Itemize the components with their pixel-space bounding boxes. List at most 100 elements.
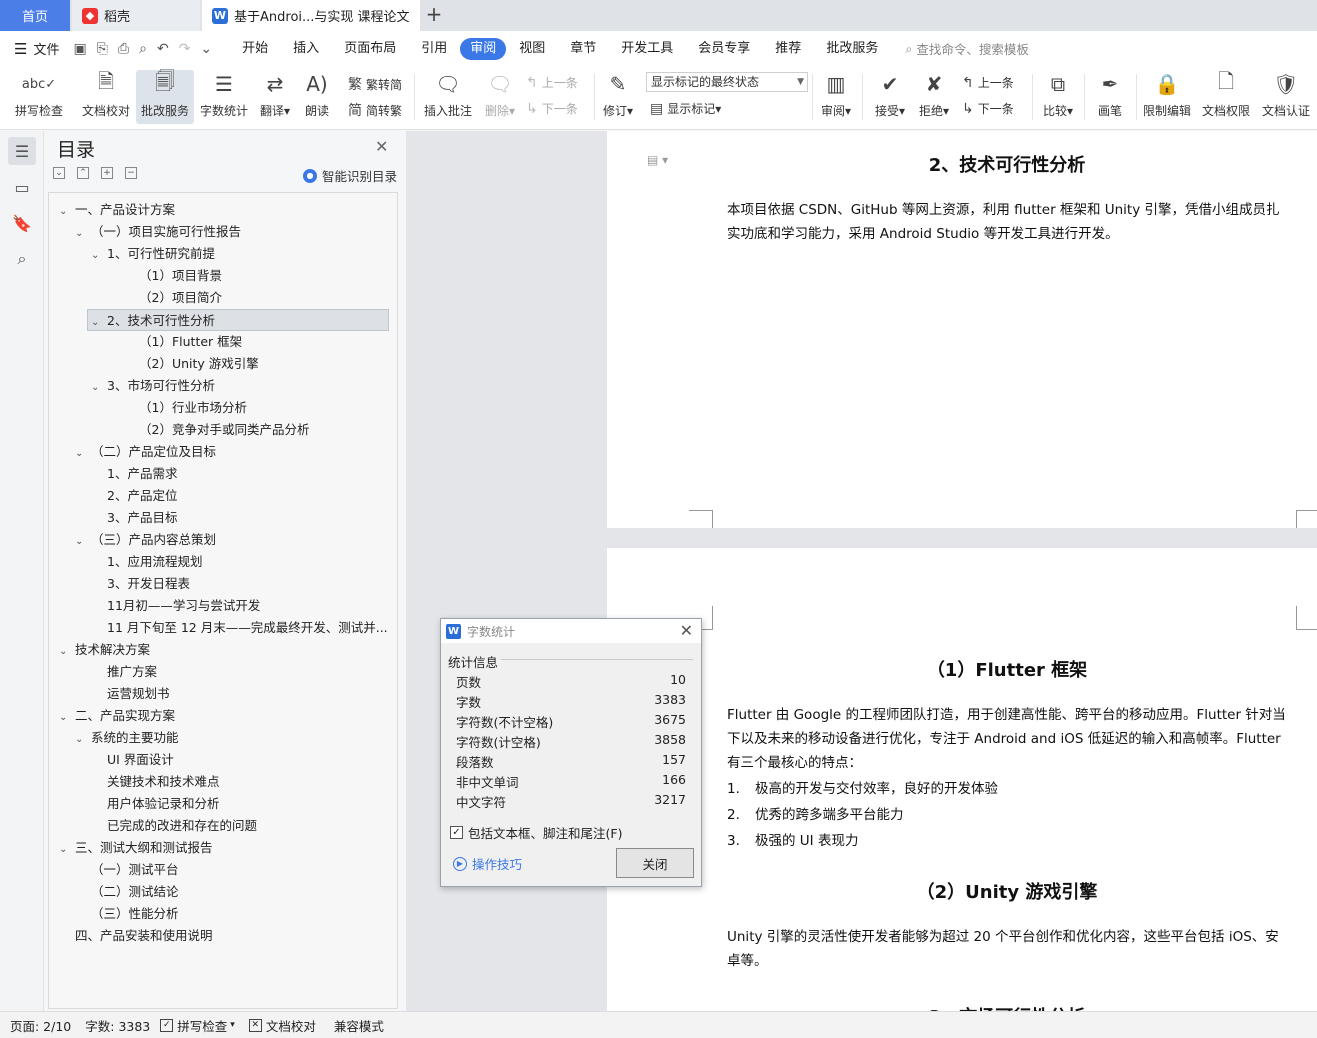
tab-home[interactable]: 首页 — [0, 0, 70, 31]
page-indicator[interactable]: 页面: 2/10 — [10, 1016, 71, 1035]
toc-item[interactable]: UI 界面设计 — [107, 749, 389, 771]
track-changes-button[interactable]: ✎ 修订▾ — [598, 70, 638, 124]
menu-tab[interactable]: 章节 — [558, 38, 608, 60]
toc-item[interactable]: ⌄ 三、测试大纲和测试报告 — [59, 837, 389, 859]
toc-item[interactable]: ⌄ 一、产品设计方案 — [59, 199, 389, 221]
chevron-down-icon[interactable]: ⌄ — [59, 707, 75, 727]
print-preview-icon[interactable]: ⌕ — [139, 41, 147, 57]
translate-button[interactable]: ⇄ 翻译▾ — [254, 70, 296, 124]
toc-item[interactable]: （三）性能分析 — [91, 903, 389, 925]
doc-permission-button[interactable]: 🗋 文档权限 — [1198, 69, 1254, 124]
toc-item[interactable]: ⌄ （三）产品内容总策划 — [75, 529, 389, 551]
read-aloud-button[interactable]: A) 朗读 — [298, 70, 336, 124]
toc-item[interactable]: ⌄ 2、技术可行性分析 — [87, 309, 389, 331]
show-markup-button[interactable]: ▤ 显示标记 ▾ — [650, 100, 721, 117]
prev-comment-button[interactable]: ↰ 上一条 — [526, 74, 578, 91]
toc-item[interactable]: （2）竞争对手或同类产品分析 — [139, 419, 389, 441]
doc-auth-button[interactable]: 🛡 文档认证 — [1258, 70, 1314, 124]
menu-tab[interactable]: 页面布局 — [332, 38, 408, 60]
next-change-button[interactable]: ↳ 下一条 — [962, 100, 1014, 117]
chevron-down-icon[interactable]: ⌄ — [91, 312, 107, 330]
spell-check-button[interactable]: abc✓ 拼写检查 — [8, 70, 70, 124]
toc-item[interactable]: 11月初——学习与尝试开发 — [107, 595, 389, 617]
toc-item[interactable]: （2）项目简介 — [139, 287, 389, 309]
menu-tab[interactable]: 推荐 — [763, 38, 813, 60]
toc-item[interactable]: ⌄ （二）产品定位及目标 — [75, 441, 389, 463]
toc-item[interactable]: 已完成的改进和存在的问题 — [107, 815, 389, 837]
spell-check-toggle[interactable]: ✓ 拼写检查 ▾ — [160, 1016, 235, 1035]
chevron-down-icon[interactable]: ⌄ — [59, 839, 75, 859]
toc-item[interactable]: ⌄ 二、产品实现方案 — [59, 705, 389, 727]
bookmark-icon[interactable]: 🔖 — [8, 209, 36, 237]
toc-item[interactable]: （2）Unity 游戏引擎 — [139, 353, 389, 375]
menu-tab[interactable]: 审阅 — [460, 37, 507, 60]
menu-tab[interactable]: 开发工具 — [609, 38, 685, 60]
word-count-button[interactable]: ☰ 字数统计 — [196, 70, 252, 124]
close-button[interactable]: 关闭 — [616, 848, 694, 878]
toc-item[interactable]: 1、产品需求 — [107, 463, 389, 485]
word-count-indicator[interactable]: 字数: 3383 — [85, 1016, 150, 1035]
page-options-icon[interactable]: ▤ ▾ — [647, 153, 668, 167]
toc-item[interactable]: （1）Flutter 框架 — [139, 331, 389, 353]
toc-item[interactable]: ⌄ （一）项目实施可行性报告 — [75, 221, 389, 243]
compare-button[interactable]: ⧉ 比较▾ — [1038, 70, 1078, 124]
menu-tab[interactable]: 引用 — [409, 38, 459, 60]
pen-button[interactable]: ✒ 画笔 — [1090, 70, 1130, 124]
toc-item[interactable]: （1）行业市场分析 — [139, 397, 389, 419]
export-pdf-icon[interactable]: ⎘ — [97, 41, 108, 57]
smart-toc-button[interactable]: ● 智能识别目录 — [303, 166, 397, 185]
menu-tab[interactable]: 会员专享 — [686, 38, 762, 60]
trad-to-simp-button[interactable]: 繁繁转简 — [348, 74, 402, 94]
include-textbox-checkbox[interactable]: ✓ 包括文本框、脚注和尾注(F) — [450, 823, 622, 842]
toc-item[interactable]: 1、应用流程规划 — [107, 551, 389, 573]
toc-item[interactable]: （1）项目背景 — [139, 265, 389, 287]
undo-icon[interactable]: ↶ — [157, 41, 169, 57]
chevron-down-icon[interactable]: ⌄ — [200, 41, 212, 57]
add-heading-icon[interactable]: + — [101, 167, 113, 179]
chevron-down-icon[interactable]: ⌄ — [91, 245, 107, 265]
simp-to-trad-button[interactable]: 简简转繁 — [348, 100, 402, 120]
collapse-all-icon[interactable]: ⌃ — [77, 167, 89, 179]
tips-link[interactable]: ▶ 操作技巧 — [453, 854, 522, 873]
save-icon[interactable]: ▣ — [73, 41, 86, 57]
toc-item[interactable]: 2、产品定位 — [107, 485, 389, 507]
toc-item[interactable]: 用户体验记录和分析 — [107, 793, 389, 815]
chevron-down-icon[interactable]: ⌄ — [75, 729, 91, 749]
toc-item[interactable]: 推广方案 — [107, 661, 389, 683]
close-icon[interactable]: ✕ — [680, 621, 693, 640]
tab-document[interactable]: W 基于Androi...与实现 课程论文 — [202, 0, 420, 31]
print-icon[interactable]: ⎙ — [118, 41, 129, 57]
toc-item[interactable]: ⌄ 技术解决方案 — [59, 639, 389, 661]
toc-item[interactable]: ⌄ 系统的主要功能 — [75, 727, 389, 749]
review-service-button[interactable]: 🗐 批改服务 — [136, 69, 194, 124]
chevron-down-icon[interactable]: ⌄ — [59, 201, 75, 221]
command-search[interactable]: ⌕ 查找命令、搜索模板 — [905, 39, 1029, 58]
toc-item[interactable]: 11 月下旬至 12 月末——完成最终开发、测试并... — [107, 617, 389, 639]
chapter-nav-icon[interactable]: ▭ — [8, 173, 36, 201]
remove-heading-icon[interactable]: − — [125, 167, 137, 179]
menu-tab[interactable]: 视图 — [507, 38, 557, 60]
toc-item[interactable]: 四、产品安装和使用说明 — [75, 925, 389, 947]
reject-button[interactable]: ✘ 拒绝▾ — [914, 70, 954, 124]
chevron-down-icon[interactable]: ⌄ — [59, 641, 75, 661]
new-tab-button[interactable]: + — [424, 4, 444, 26]
doc-proof-button[interactable]: 🗎 文档校对 — [78, 69, 134, 124]
doc-proof-toggle[interactable]: ✕ 文档校对 — [248, 1016, 316, 1035]
redo-icon[interactable]: ↷ — [179, 41, 191, 57]
toc-item[interactable]: ⌄ 1、可行性研究前提 — [91, 243, 389, 265]
toc-item[interactable]: 关键技术和技术难点 — [107, 771, 389, 793]
menu-tab[interactable]: 批改服务 — [814, 38, 890, 60]
chevron-down-icon[interactable]: ⌄ — [75, 223, 91, 243]
delete-comment-button[interactable]: 🗨 删除▾ — [480, 70, 520, 124]
search-icon[interactable]: ⌕ — [8, 245, 36, 273]
restrict-edit-button[interactable]: 🔒 限制编辑 — [1140, 70, 1194, 124]
chevron-down-icon[interactable]: ⌄ — [75, 443, 91, 463]
close-icon[interactable]: ✕ — [375, 137, 388, 156]
next-comment-button[interactable]: ↳ 下一条 — [526, 100, 578, 117]
menu-tab[interactable]: 开始 — [230, 38, 280, 60]
review-pane-button[interactable]: ▥ 审阅▾ — [816, 70, 856, 124]
toc-item[interactable]: （一）测试平台 — [91, 859, 389, 881]
toc-icon[interactable]: ☰ — [8, 137, 36, 165]
tab-daoke[interactable]: ◆ 稻壳 — [72, 0, 200, 31]
chevron-down-icon[interactable]: ⌄ — [91, 377, 107, 397]
